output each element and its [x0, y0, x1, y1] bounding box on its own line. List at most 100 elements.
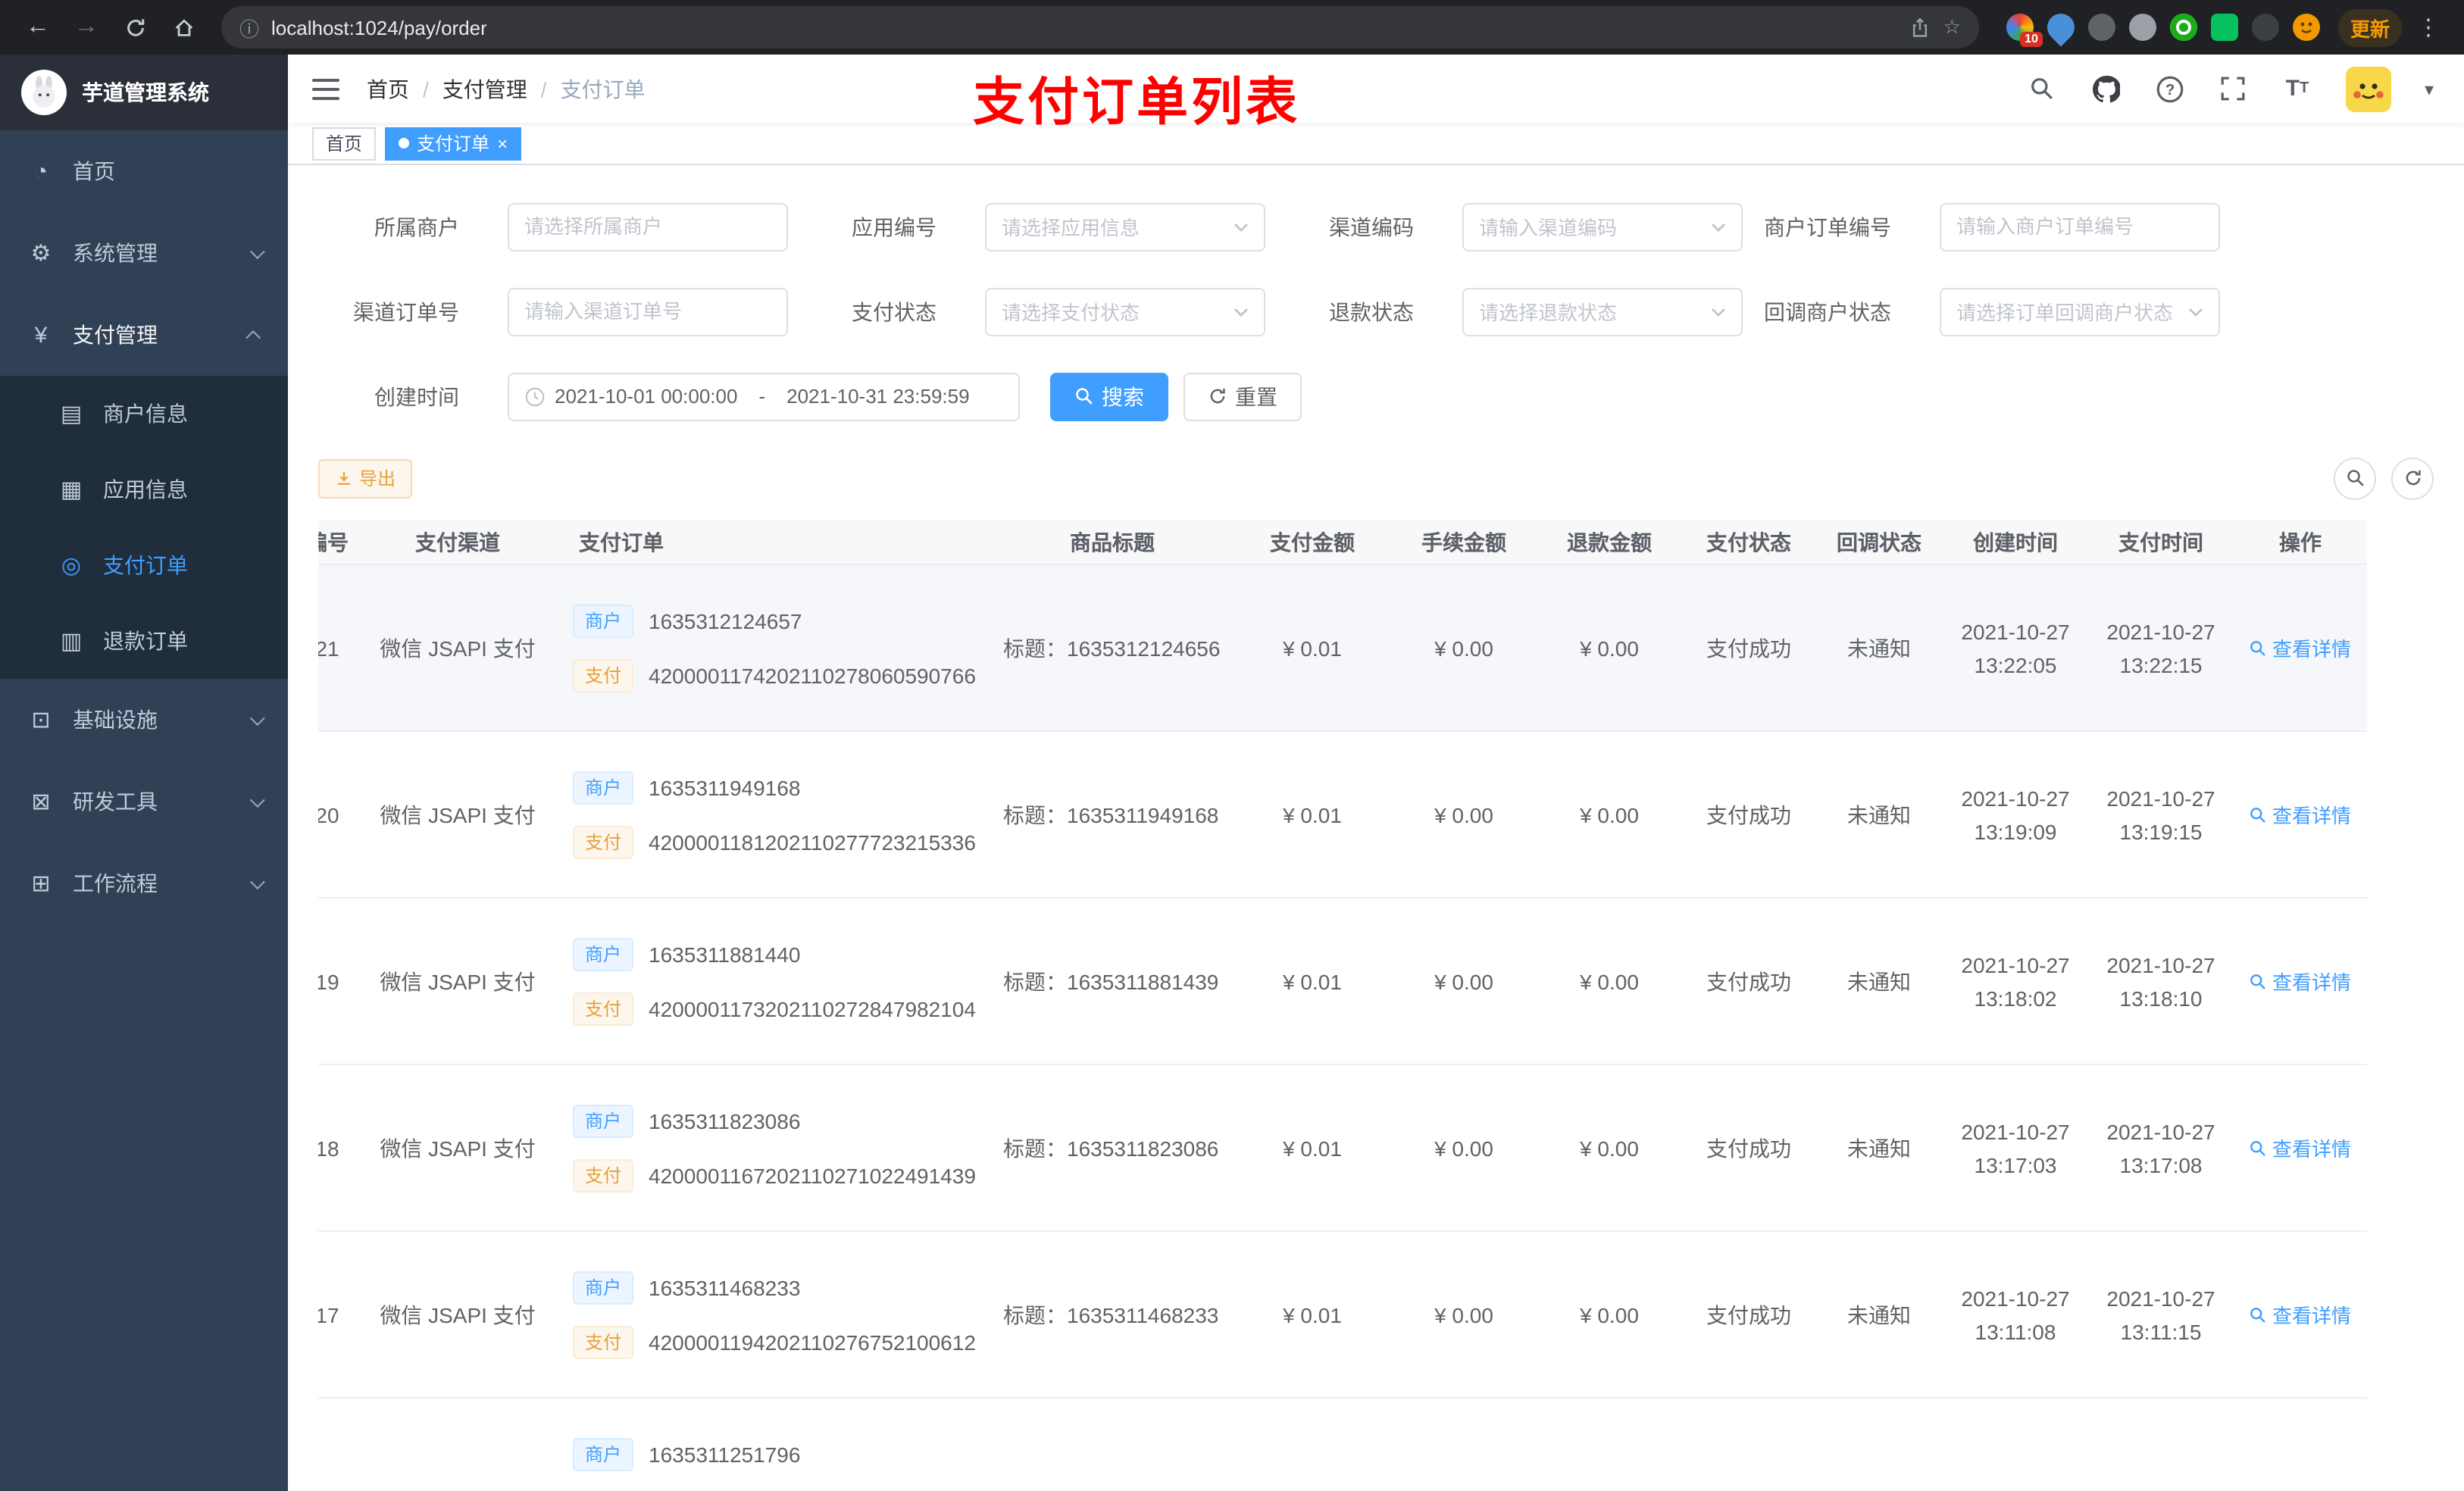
profile-avatar-icon[interactable]: [2292, 14, 2320, 41]
font-size-icon[interactable]: TT: [2282, 73, 2312, 104]
browser-menu-icon[interactable]: ⋮: [2411, 14, 2446, 41]
bookmark-star-icon[interactable]: ☆: [1943, 15, 1961, 39]
show-search-button[interactable]: [2334, 457, 2376, 500]
notify-status-select[interactable]: 请选择订单回调商户状态: [1940, 287, 2220, 336]
pay-amount: ¥ 0.01: [1283, 1136, 1342, 1161]
sidebar-item-label: 商户信息: [103, 402, 188, 426]
app-shell: 芋道管理系统 ◔ 首页 ⚙ 系统管理 ¥ 支付管理 ▤ 商户信息 ▦ 应用信息 …: [0, 55, 2464, 1491]
date-end-value[interactable]: 2021-10-31 23:59:59: [786, 386, 969, 408]
sidebar-item-payment[interactable]: ¥ 支付管理: [0, 294, 288, 376]
fullscreen-icon[interactable]: [2219, 73, 2249, 104]
merchant-order-no-input[interactable]: [1940, 202, 2220, 252]
table-row: 18 微信 JSAPI 支付 商户 1635311823086 支付 42000…: [318, 1064, 2367, 1232]
order-id: 17: [318, 1302, 339, 1327]
palette-extension-icon[interactable]: 10: [2006, 14, 2043, 47]
github-icon[interactable]: [2091, 73, 2122, 104]
export-button[interactable]: 导出: [318, 458, 413, 499]
help-icon[interactable]: ?: [2155, 73, 2185, 104]
merchant-badge: 商户: [573, 937, 634, 971]
caret-down-icon[interactable]: ▾: [2425, 78, 2434, 99]
pay-time-cell: 2021-10-27 13:19:15: [2088, 732, 2234, 899]
view-detail-link[interactable]: 查看详情: [2250, 1301, 2351, 1330]
search-button[interactable]: 搜索: [1050, 372, 1168, 421]
date-range-input[interactable]: 2021-10-01 00:00:00 - 2021-10-31 23:59:5…: [508, 372, 1020, 421]
share-icon[interactable]: [1910, 16, 1931, 39]
table-row: 17 微信 JSAPI 支付 商户 1635311468233 支付 42000…: [318, 1231, 2367, 1399]
merchant-order-no: 1635311251796: [649, 1442, 801, 1467]
search-icon[interactable]: [2028, 73, 2058, 104]
url-text[interactable]: localhost:1024/pay/order: [271, 16, 487, 39]
merchant-input[interactable]: [508, 202, 788, 252]
pay-status: 支付成功: [1706, 969, 1791, 994]
view-detail-link[interactable]: 查看详情: [2250, 801, 2351, 830]
sidebar-item-pay-order[interactable]: ◎ 支付订单: [0, 527, 288, 603]
pay-status: 支付成功: [1706, 802, 1791, 827]
sidebar-item-app-info[interactable]: ▦ 应用信息: [0, 452, 288, 527]
hamburger-icon[interactable]: [312, 72, 346, 105]
pay-order-line: 支付 4200001167202110271022491439: [573, 1158, 991, 1192]
merchant-order-no-field[interactable]: [1956, 215, 2203, 239]
channel-code-select[interactable]: 请输入渠道编码: [1462, 202, 1743, 252]
date-start-value[interactable]: 2021-10-01 00:00:00: [555, 386, 737, 408]
browser-forward-icon[interactable]: →: [67, 8, 106, 47]
reset-button[interactable]: 重置: [1184, 372, 1302, 421]
pay-date: 2021-10-27: [2106, 786, 2215, 811]
sidebar-item-merchant-info[interactable]: ▤ 商户信息: [0, 376, 288, 452]
breadcrumb-current: 支付订单: [560, 77, 646, 102]
filter-row-1: 所属商户 应用编号 请选择应用信息 渠道编码: [318, 202, 2434, 252]
select-placeholder: 请输入渠道编码: [1479, 217, 1618, 240]
pin-extension-icon[interactable]: [2041, 8, 2081, 47]
pushpin-extension-icon[interactable]: [2251, 14, 2279, 41]
fee-amount: ¥ 0.00: [1434, 636, 1493, 661]
breadcrumb-home[interactable]: 首页: [367, 73, 409, 104]
sidebar-item-devtools[interactable]: ⊠ 研发工具: [0, 761, 288, 842]
green-circle-extension-icon[interactable]: [2169, 14, 2197, 41]
channel-pay-no: 4200001167202110271022491439: [649, 1163, 976, 1188]
tab-pay-order[interactable]: 支付订单 ×: [385, 127, 522, 161]
channel-order-no-input[interactable]: [508, 287, 788, 336]
channel-pay-no: 4200001194202110276752100612: [649, 1330, 976, 1355]
sidebar-item-home[interactable]: ◔ 首页: [0, 130, 288, 212]
refund-status-select[interactable]: 请选择退款状态: [1462, 287, 1743, 336]
sidebar-logo[interactable]: 芋道管理系统: [0, 55, 288, 130]
view-detail-link[interactable]: 查看详情: [2250, 634, 2351, 663]
tab-home[interactable]: 首页: [312, 127, 377, 161]
chat-extension-icon[interactable]: [2210, 14, 2238, 41]
sidebar-item-label: 工作流程: [73, 871, 158, 896]
browser-home-icon[interactable]: [164, 8, 203, 47]
channel-order-no-field[interactable]: [524, 300, 771, 324]
sidebar-item-infra[interactable]: ⊡ 基础设施: [0, 679, 288, 761]
pay-date: 2021-10-27: [2106, 1119, 2215, 1144]
sidebar-item-system[interactable]: ⚙ 系统管理: [0, 212, 288, 294]
order-id: [318, 1399, 361, 1491]
view-detail-link[interactable]: 查看详情: [2250, 1134, 2351, 1163]
sidebar-item-refund-order[interactable]: ▥ 退款订单: [0, 603, 288, 679]
sidebar-item-label: 支付订单: [103, 553, 188, 577]
browser-update-button[interactable]: 更新: [2337, 8, 2402, 46]
product-title: 标题：1635311881439: [1003, 969, 1219, 994]
breadcrumb: 首页 / 支付管理 / 支付订单: [367, 73, 646, 104]
address-bar[interactable]: ⓘ localhost:1024/pay/order ☆: [221, 6, 1979, 48]
pay-time: 13:17:08: [2119, 1152, 2203, 1177]
pay-channel: 微信 JSAPI 支付: [380, 802, 536, 827]
view-detail-link[interactable]: 查看详情: [2250, 967, 2351, 996]
pay-status-select[interactable]: 请选择支付状态: [985, 287, 1265, 336]
breadcrumb-payment[interactable]: 支付管理: [442, 73, 527, 104]
extension-badge: 10: [2020, 32, 2043, 47]
gray-extension-icon[interactable]: [2087, 14, 2115, 41]
merchant-input-field[interactable]: [524, 215, 771, 239]
sidebar-item-label: 系统管理: [73, 241, 158, 265]
tab-close-icon[interactable]: ×: [497, 134, 508, 152]
pale-extension-icon[interactable]: [2128, 14, 2156, 41]
refresh-button[interactable]: [2391, 457, 2434, 500]
user-avatar[interactable]: [2345, 66, 2391, 112]
sidebar-item-workflow[interactable]: ⊞ 工作流程: [0, 842, 288, 924]
site-info-icon[interactable]: ⓘ: [239, 13, 259, 42]
app-select[interactable]: 请选择应用信息: [985, 202, 1265, 252]
chevron-down-icon: [1711, 223, 1726, 232]
browser-back-icon[interactable]: ←: [18, 8, 58, 47]
browser-reload-icon[interactable]: [115, 8, 155, 47]
pay-channel: 微信 JSAPI 支付: [380, 636, 536, 661]
create-time: 13:17:03: [1974, 1152, 2057, 1177]
breadcrumb-separator: /: [423, 77, 429, 102]
